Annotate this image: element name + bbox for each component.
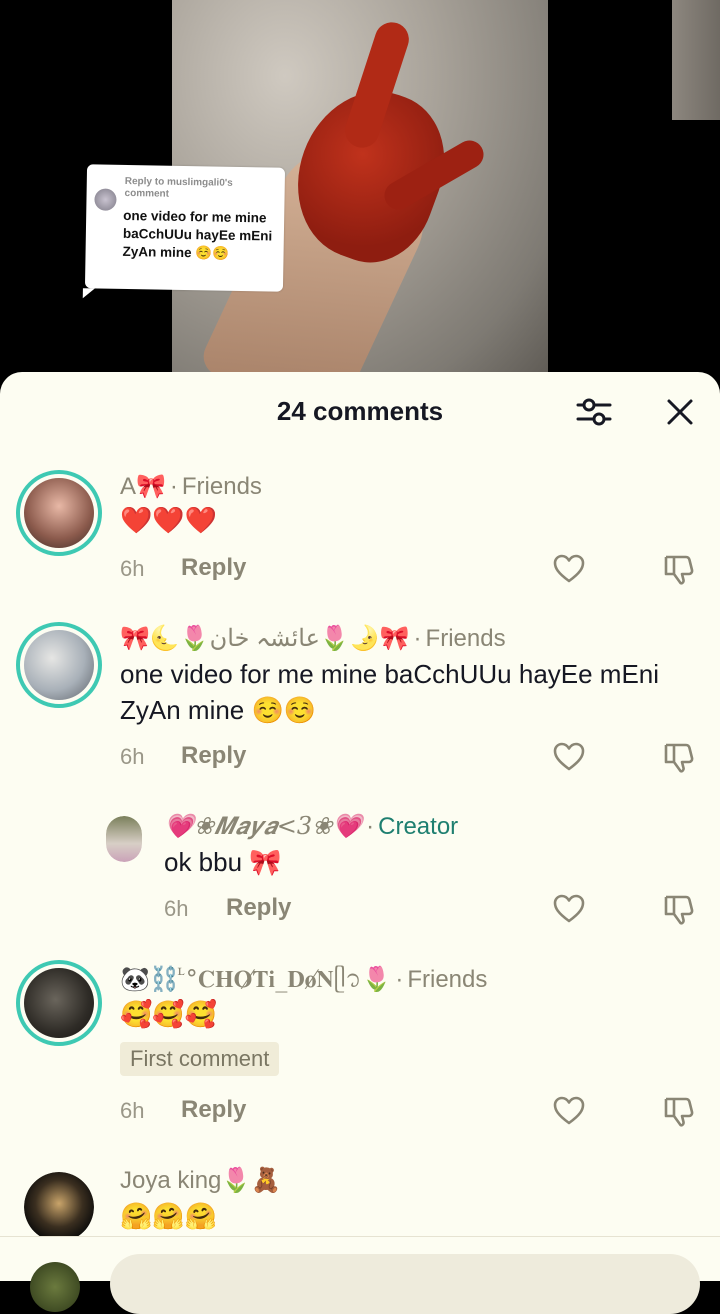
comment-item: Joya king🌷🧸 🤗🤗🤗	[0, 1164, 720, 1244]
comment-item: 🐼⛓️ ᷞ°𝐂𝐇𝐎̸𝐓𝐢_𝐃𝐨̸𝐍ᥫ᭡🌷 · Friends 🥰🥰🥰 First c…	[0, 960, 720, 1130]
sliders-icon	[576, 398, 612, 426]
avatar[interactable]	[16, 470, 102, 556]
avatar[interactable]	[106, 816, 142, 862]
reply-sticker-text: one video for me mine baCchUUu hayEe mEn…	[122, 207, 273, 261]
comment-text: 🤗🤗🤗	[120, 1201, 218, 1231]
friends-tag: Friends	[181, 473, 262, 500]
comment-time: 6h	[164, 896, 189, 921]
comment-author[interactable]: Joya king🌷🧸	[120, 1167, 281, 1194]
video-player[interactable]: Reply to muslimgali0's comment one video…	[0, 0, 720, 380]
reply-button[interactable]: Reply	[181, 554, 246, 582]
comment-item: 🎀🌜🌷عائشہ خان🌷🌛🎀 · Friends one video for me…	[0, 620, 720, 800]
comment-author[interactable]: A🎀	[120, 473, 166, 500]
comment-author[interactable]: 💗❀𝑴𝒂𝒚𝒂<3❀💗	[164, 812, 362, 840]
comment-author[interactable]: 🎀🌜🌷عائشہ خان🌷🌛🎀	[120, 625, 410, 652]
reply-button[interactable]: Reply	[181, 1096, 246, 1124]
dislike-icon[interactable]	[662, 892, 696, 926]
heart-icon[interactable]	[552, 1094, 586, 1128]
comment-author-line[interactable]: 💗❀𝑴𝒂𝒚𝒂<3❀💗 · Creator	[164, 812, 458, 841]
comments-sheet: 24 comments A🎀·Friends ❤️❤️❤️ 6h Reply	[0, 372, 720, 1280]
comment-time: 6h	[120, 556, 145, 581]
reply-sticker[interactable]: Reply to muslimgali0's comment one video…	[82, 164, 286, 299]
close-icon	[667, 399, 693, 425]
comment-text: ❤️❤️❤️	[120, 505, 218, 535]
reply-sticker-tail	[82, 288, 95, 299]
first-comment-badge: First comment	[120, 1042, 280, 1076]
friends-tag: Friends	[425, 625, 506, 652]
comment-author-line[interactable]: Joya king🌷🧸	[120, 1166, 281, 1195]
comment-time: 6h	[120, 1098, 145, 1123]
friends-tag: Friends	[407, 966, 488, 993]
creator-tag: Creator	[378, 813, 459, 840]
comment-item: A🎀 · Friends ❤️❤️❤️ 6h Reply	[0, 468, 720, 598]
heart-icon[interactable]	[552, 892, 586, 926]
heart-icon[interactable]	[552, 552, 586, 586]
comment-author-line[interactable]: A🎀 · Friends	[120, 472, 262, 501]
comment-text: ok bbu 🎀	[164, 847, 282, 877]
avatar[interactable]	[16, 960, 102, 1046]
comment-text: 🥰🥰🥰	[120, 999, 218, 1029]
dislike-icon[interactable]	[662, 1094, 696, 1128]
reply-sticker-avatar	[94, 188, 117, 211]
avatar[interactable]	[16, 622, 102, 708]
filter-button[interactable]	[574, 392, 614, 432]
comment-author-line[interactable]: 🎀🌜🌷عائشہ خان🌷🌛🎀 · Friends	[120, 624, 506, 653]
dislike-icon[interactable]	[662, 740, 696, 774]
comment-input[interactable]	[110, 1254, 700, 1314]
close-button[interactable]	[660, 392, 700, 432]
comment-time: 6h	[120, 744, 145, 769]
current-user-avatar	[30, 1262, 80, 1312]
video-background-wall	[672, 0, 720, 120]
comment-author[interactable]: 🐼⛓️ ᷞ°𝐂𝐇𝐎̸𝐓𝐢_𝐃𝐨̸𝐍ᥫ᭡🌷	[120, 965, 391, 993]
reply-sticker-header: Reply to muslimgali0's comment	[124, 175, 233, 200]
avatar[interactable]	[24, 1172, 94, 1242]
heart-icon[interactable]	[552, 740, 586, 774]
reply-button[interactable]: Reply	[181, 742, 246, 770]
dislike-icon[interactable]	[662, 552, 696, 586]
comment-text: one video for me mine baCchUUu hayEe mEn…	[120, 659, 660, 725]
reply-item: 💗❀𝑴𝒂𝒚𝒂<3❀💗 · Creator ok bbu 🎀 6h Reply	[0, 810, 720, 940]
reply-button[interactable]: Reply	[226, 894, 291, 922]
